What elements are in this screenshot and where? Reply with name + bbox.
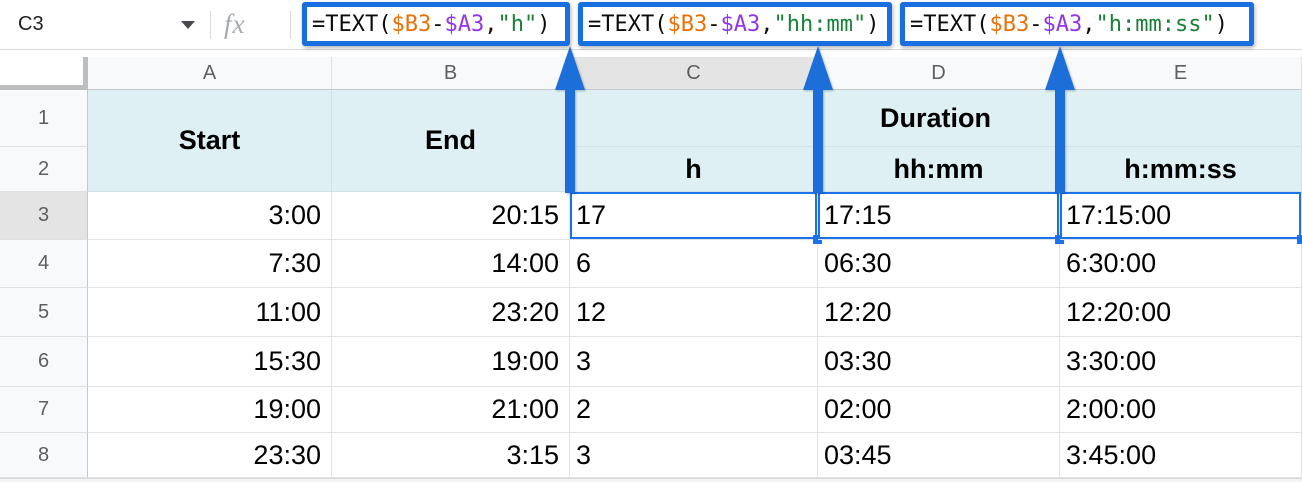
- cell-duration-header[interactable]: Duration: [570, 90, 1302, 147]
- cell-B5[interactable]: 23:20: [332, 288, 570, 337]
- row-header-6[interactable]: 6: [0, 337, 88, 387]
- name-box[interactable]: C3: [0, 0, 210, 49]
- formula-token: ): [537, 11, 551, 37]
- cell-A3[interactable]: 3:00: [88, 192, 332, 240]
- cell-D4[interactable]: 06:30: [818, 240, 1060, 288]
- formula-box-h[interactable]: =TEXT($B3- $A3, "h"): [302, 2, 570, 46]
- cell-D5[interactable]: 12:20: [818, 288, 1060, 337]
- formula-bar: C3 fx =TEXT($B3- $A3, "h") =TEXT($B3- $A3, "…: [0, 0, 1302, 50]
- divider: [290, 11, 291, 39]
- formula-token: =TEXT(: [910, 11, 990, 37]
- cell-E4[interactable]: 6:30:00: [1060, 240, 1302, 288]
- formula-token: "h": [497, 11, 538, 37]
- formula-token: $B3: [391, 11, 432, 37]
- sheet-bottom-edge: [0, 478, 1302, 482]
- cell-B3[interactable]: 20:15: [332, 192, 570, 240]
- row-header-4[interactable]: 4: [0, 240, 88, 288]
- cell-format-h-mm-ss-header[interactable]: h:mm:ss: [1060, 147, 1302, 192]
- cell-E8[interactable]: 3:45:00: [1060, 433, 1302, 478]
- cell-C6[interactable]: 3: [570, 337, 818, 387]
- cell-D8[interactable]: 03:45: [818, 433, 1060, 478]
- formula-token: $A3: [444, 11, 485, 37]
- cell-B7[interactable]: 21:00: [332, 387, 570, 433]
- chevron-down-icon: [181, 20, 195, 29]
- formula-token: $A3: [720, 11, 761, 37]
- cell-A4[interactable]: 7:30: [88, 240, 332, 288]
- cell-A5[interactable]: 11:00: [88, 288, 332, 337]
- formula-token: $A3: [1042, 11, 1083, 37]
- formula-token: ,: [760, 11, 774, 37]
- cell-D6[interactable]: 03:30: [818, 337, 1060, 387]
- cell-start-header[interactable]: Start: [88, 90, 332, 192]
- sheet-grid: Start End Duration h hh:mm h:mm:ss ABCDE…: [0, 57, 1302, 478]
- formula-token: -: [431, 11, 445, 37]
- function-fx-icon: fx: [224, 9, 246, 39]
- cell-E7[interactable]: 2:00:00: [1060, 387, 1302, 433]
- name-box-cell-reference: C3: [18, 13, 44, 35]
- row-header-3[interactable]: 3: [0, 192, 88, 240]
- formula-token: "hh:mm": [773, 11, 867, 37]
- row-header-8[interactable]: 8: [0, 433, 88, 478]
- cell-B6[interactable]: 19:00: [332, 337, 570, 387]
- cell-C4[interactable]: 6: [570, 240, 818, 288]
- cell-format-hh-mm-header[interactable]: hh:mm: [818, 147, 1060, 192]
- row-header-7[interactable]: 7: [0, 387, 88, 433]
- column-header-C[interactable]: C: [570, 57, 818, 90]
- formula-token: $B3: [989, 11, 1030, 37]
- cell-C3[interactable]: 17: [570, 192, 822, 244]
- cell-end-header[interactable]: End: [332, 90, 570, 192]
- column-header-E[interactable]: E: [1060, 57, 1302, 90]
- select-all-corner[interactable]: [0, 57, 88, 90]
- cell-C8[interactable]: 3: [570, 433, 818, 478]
- formula-token: $B3: [667, 11, 708, 37]
- cell-A8[interactable]: 23:30: [88, 433, 332, 478]
- cell-D7[interactable]: 02:00: [818, 387, 1060, 433]
- cell-E5[interactable]: 12:20:00: [1060, 288, 1302, 337]
- formula-token: ,: [1082, 11, 1096, 37]
- cell-C5[interactable]: 12: [570, 288, 818, 337]
- cell-E3[interactable]: 17:15:00: [1060, 192, 1302, 244]
- row-header-1[interactable]: 1: [0, 90, 88, 147]
- column-header-D[interactable]: D: [818, 57, 1060, 90]
- formula-token: -: [707, 11, 721, 37]
- row-header-5[interactable]: 5: [0, 288, 88, 337]
- formula-box-h-mm-ss[interactable]: =TEXT($B3- $A3, "h:mm:ss"): [900, 2, 1254, 46]
- formula-token: ): [866, 11, 880, 37]
- column-header-B[interactable]: B: [332, 57, 570, 90]
- cell-E6[interactable]: 3:30:00: [1060, 337, 1302, 387]
- formula-token: =TEXT(: [588, 11, 668, 37]
- formula-box-hh-mm[interactable]: =TEXT($B3- $A3, "hh:mm"): [578, 2, 892, 46]
- cell-D3[interactable]: 17:15: [818, 192, 1064, 244]
- spreadsheet-window: C3 fx =TEXT($B3- $A3, "h") =TEXT($B3- $A3, "…: [0, 0, 1302, 482]
- formula-token: ,: [484, 11, 498, 37]
- formula-token: =TEXT(: [312, 11, 392, 37]
- row-header-2[interactable]: 2: [0, 147, 88, 192]
- cell-A6[interactable]: 15:30: [88, 337, 332, 387]
- formula-token: ): [1214, 11, 1228, 37]
- cell-B8[interactable]: 3:15: [332, 433, 570, 478]
- column-header-A[interactable]: A: [88, 57, 332, 90]
- divider: [210, 11, 211, 39]
- formula-token: "h:mm:ss": [1095, 11, 1215, 37]
- cell-C7[interactable]: 2: [570, 387, 818, 433]
- formula-token: -: [1029, 11, 1043, 37]
- cell-B4[interactable]: 14:00: [332, 240, 570, 288]
- cell-A7[interactable]: 19:00: [88, 387, 332, 433]
- cell-format-h-header[interactable]: h: [570, 147, 818, 192]
